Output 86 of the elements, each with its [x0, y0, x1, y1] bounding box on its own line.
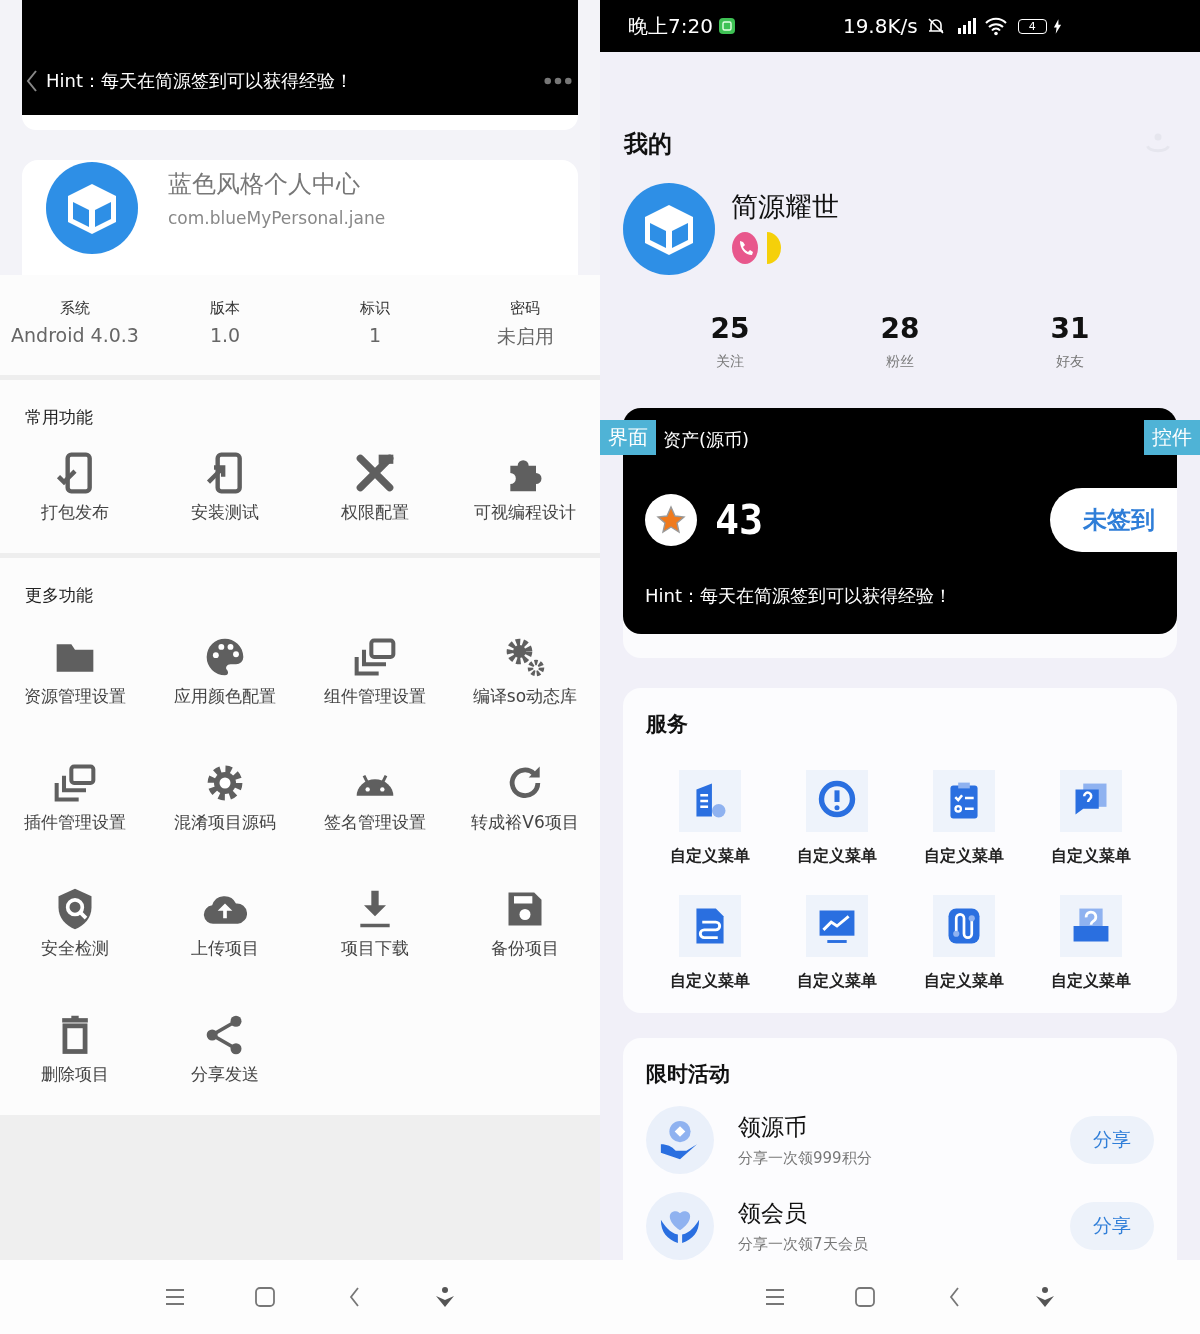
file-icon [678, 895, 741, 957]
star-coin-icon [645, 494, 697, 546]
assistant-icon[interactable] [433, 1285, 457, 1309]
info-label: 版本 [210, 299, 240, 318]
info-label: 系统 [60, 299, 90, 318]
user-name: 简源耀世 [731, 190, 839, 224]
function-item[interactable]: 项目下载 [300, 887, 450, 960]
function-item[interactable]: 混淆项目源码 [150, 761, 300, 834]
sign-in-button[interactable]: 未签到 [1050, 488, 1177, 552]
service-item[interactable]: 自定义菜单 [1027, 770, 1154, 867]
status-time: 晚上7:20 [628, 12, 713, 40]
info-value: 1.0 [209, 324, 241, 346]
function-item[interactable]: 权限配置 [300, 451, 450, 524]
overlay-tag: 界面 [600, 420, 656, 455]
function-item[interactable]: 插件管理设置 [0, 761, 150, 834]
asset-title: 资产(源币) [663, 428, 750, 452]
function-item[interactable]: 上传项目 [150, 887, 300, 960]
info-value: Android 4.0.3 [11, 324, 139, 346]
app-notification-icon [718, 18, 735, 34]
activity-title: 领会员 [738, 1199, 808, 1228]
building-icon [678, 770, 741, 832]
assistant-icon[interactable] [1033, 1285, 1057, 1309]
service-item[interactable]: 自定义菜单 [646, 770, 773, 867]
section-title: 更多功能 [25, 584, 94, 607]
function-item[interactable]: 备份项目 [450, 887, 600, 960]
function-item[interactable]: 编译so动态库 [450, 635, 600, 708]
route-icon [932, 895, 995, 957]
home-icon[interactable] [853, 1285, 877, 1309]
package-name: com.blueMyPersonal.jane [168, 208, 386, 228]
coin-hand-icon [646, 1106, 714, 1174]
service-item[interactable]: 自定义菜单 [900, 770, 1027, 867]
info-value: 1 [368, 324, 382, 346]
stat-item[interactable]: 25 关注 [645, 312, 815, 390]
question-icon [1059, 770, 1122, 832]
charging-icon [1052, 18, 1062, 34]
function-item[interactable]: 转成裕V6项目 [450, 761, 600, 834]
hint-text: Hint：每天在简源签到可以获得经验！ [46, 69, 354, 93]
service-item[interactable]: 自定义菜单 [773, 895, 900, 992]
section-title: 常用功能 [25, 406, 94, 429]
heart-hands-icon [646, 1192, 714, 1260]
layers-icon [353, 635, 397, 679]
service-item[interactable]: 自定义菜单 [1027, 895, 1154, 992]
stat-item[interactable]: 31 好友 [985, 312, 1155, 390]
info-value: 未启用 [496, 324, 554, 349]
function-item[interactable]: 安装测试 [150, 451, 300, 524]
info-label: 密码 [510, 299, 540, 318]
activity-subtitle: 分享一次领999积分 [738, 1149, 873, 1168]
share-button[interactable]: 分享 [1070, 1116, 1154, 1164]
function-item[interactable]: 可视编程设计 [450, 451, 600, 524]
checklist-icon [932, 770, 995, 832]
network-speed: 19.8K/s [842, 14, 918, 38]
layers-icon [53, 761, 97, 805]
section-title: 服务 [646, 711, 689, 738]
alert-icon [805, 770, 868, 832]
info-label: 标识 [360, 299, 390, 318]
overlay-tag: 控件 [1144, 420, 1200, 455]
home-icon[interactable] [253, 1285, 277, 1309]
activity-title: 领源币 [738, 1113, 808, 1142]
page-title: 我的 [624, 129, 672, 160]
chart-icon [805, 895, 868, 957]
app-title: 蓝色风格个人中心 [168, 169, 361, 200]
service-item[interactable]: 自定义菜单 [900, 895, 1027, 992]
question-icon [1059, 895, 1122, 957]
half-circle-badge-icon [765, 231, 783, 265]
service-item[interactable]: 自定义菜单 [646, 895, 773, 992]
function-item[interactable]: 安全检测 [0, 887, 150, 960]
wifi-icon [983, 16, 1008, 36]
hint-text: Hint：每天在简源签到可以获得经验！ [645, 584, 953, 608]
stat-item[interactable]: 28 粉丝 [815, 312, 985, 390]
share-button[interactable]: 分享 [1070, 1202, 1154, 1250]
function-item[interactable]: 签名管理设置 [300, 761, 450, 834]
battery-level: 4 [1017, 18, 1047, 34]
service-item[interactable]: 自定义菜单 [773, 770, 900, 867]
activity-subtitle: 分享一次领7天会员 [738, 1235, 869, 1254]
function-item[interactable]: 分享发送 [150, 1013, 300, 1086]
more-icon[interactable] [544, 77, 572, 85]
section-title: 限时活动 [646, 1061, 731, 1088]
function-item[interactable]: 组件管理设置 [300, 635, 450, 708]
function-item[interactable]: 打包发布 [0, 451, 150, 524]
function-item[interactable]: 资源管理设置 [0, 635, 150, 708]
coin-count: 43 [715, 497, 765, 543]
function-item[interactable]: 应用颜色配置 [150, 635, 300, 708]
phone-badge-icon [731, 231, 759, 265]
back-icon[interactable] [26, 69, 38, 93]
cube-logo-icon [623, 183, 715, 275]
function-item[interactable]: 删除项目 [0, 1013, 150, 1086]
